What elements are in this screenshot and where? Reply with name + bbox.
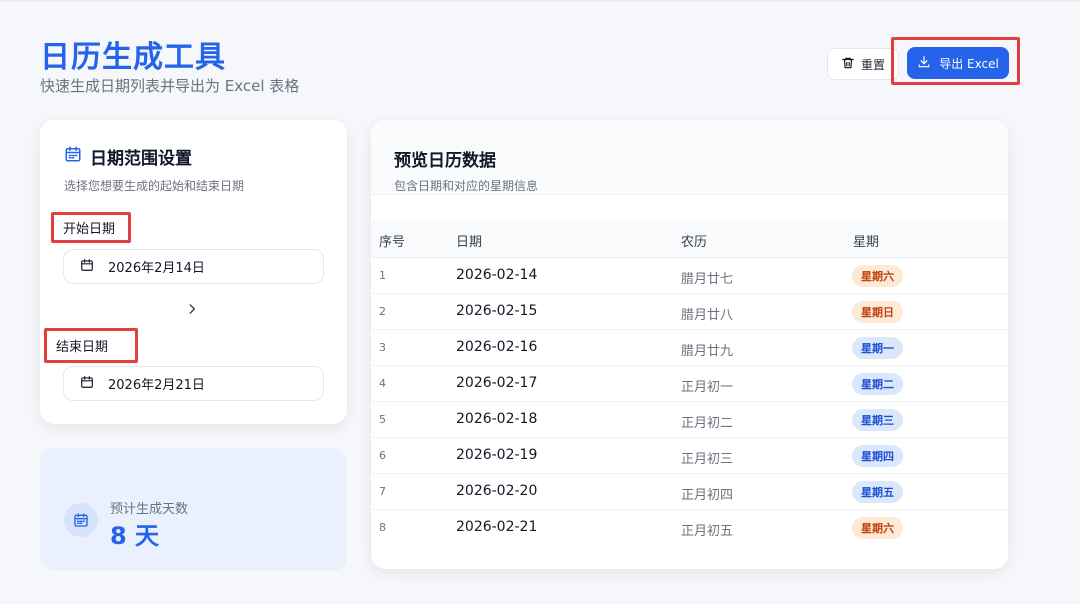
table-header: 序号 日期 农历 星期: [371, 220, 1008, 258]
end-date-value: 2026年2月21日: [108, 378, 205, 393]
calendar-icon: [64, 145, 82, 168]
row-index: 1: [379, 269, 386, 282]
date-range-settings-card: 日期范围设置 选择您想要生成的起始和结束日期 开始日期 2026年2月14日 结…: [40, 120, 347, 424]
trash-icon: [841, 56, 855, 73]
table-row: 7 2026-02-20 正月初四 星期五: [371, 474, 1008, 510]
export-excel-button[interactable]: 导出 Excel: [907, 47, 1009, 79]
row-date: 2026-02-15: [456, 303, 538, 319]
start-date-picker[interactable]: 2026年2月14日: [63, 249, 324, 284]
row-index: 5: [379, 413, 386, 426]
row-index: 4: [379, 377, 386, 390]
row-lunar-date: 正月初五: [681, 524, 734, 539]
end-date-label: 结束日期: [44, 328, 138, 363]
top-divider: [0, 0, 1080, 2]
weekday-badge: 星期五: [852, 481, 903, 503]
column-header-lunar: 农历: [681, 235, 708, 250]
table-row: 3 2026-02-16 腊月廿九 星期一: [371, 330, 1008, 366]
settings-title-text: 日期范围设置: [90, 149, 192, 169]
page-subtitle: 快速生成日期列表并导出为 Excel 表格: [40, 77, 300, 95]
weekday-badge: 星期六: [852, 265, 903, 287]
row-date: 2026-02-19: [456, 447, 538, 463]
weekday-badge: 星期一: [852, 337, 903, 359]
column-header-date: 日期: [456, 235, 483, 250]
row-date: 2026-02-17: [456, 375, 538, 391]
table-row: 8 2026-02-21 正月初五 星期六: [371, 510, 1008, 546]
row-index: 3: [379, 341, 386, 354]
column-header-index: 序号: [379, 235, 406, 250]
chevron-right-icon: [185, 301, 199, 315]
row-date: 2026-02-18: [456, 411, 538, 427]
row-lunar-date: 正月初四: [681, 488, 734, 503]
start-date-value: 2026年2月14日: [108, 261, 205, 276]
settings-title: 日期范围设置: [64, 144, 192, 169]
page-title: 日历生成工具: [40, 40, 226, 75]
reset-button[interactable]: 重置: [827, 48, 899, 80]
start-date-label: 开始日期: [51, 212, 131, 243]
row-date: 2026-02-20: [456, 483, 538, 499]
row-index: 8: [379, 521, 386, 534]
settings-description: 选择您想要生成的起始和结束日期: [64, 179, 245, 193]
preview-title: 预览日历数据: [394, 151, 496, 171]
weekday-badge: 星期日: [852, 301, 903, 323]
row-lunar-date: 正月初一: [681, 380, 734, 395]
table-row: 5 2026-02-18 正月初二 星期三: [371, 402, 1008, 438]
table-row: 2 2026-02-15 腊月廿八 星期日: [371, 294, 1008, 330]
summary-value: 8 天: [110, 522, 160, 550]
end-date-picker[interactable]: 2026年2月21日: [63, 366, 324, 401]
table-row: 1 2026-02-14 腊月廿七 星期六: [371, 258, 1008, 294]
row-lunar-date: 腊月廿七: [681, 272, 734, 287]
table-row: 6 2026-02-19 正月初三 星期四: [371, 438, 1008, 474]
row-index: 2: [379, 305, 386, 318]
preview-description: 包含日期和对应的星期信息: [394, 179, 539, 193]
row-date: 2026-02-16: [456, 339, 538, 355]
table-row: 4 2026-02-17 正月初一 星期二: [371, 366, 1008, 402]
weekday-badge: 星期六: [852, 517, 903, 539]
weekday-badge: 星期三: [852, 409, 903, 431]
row-lunar-date: 腊月廿九: [681, 344, 734, 359]
row-index: 7: [379, 485, 386, 498]
preview-header: 预览日历数据 包含日期和对应的星期信息: [371, 120, 1008, 195]
row-lunar-date: 腊月廿八: [681, 308, 734, 323]
calendar-icon: [80, 375, 94, 393]
row-lunar-date: 正月初三: [681, 452, 734, 467]
calendar-icon: [80, 258, 94, 276]
reset-label: 重置: [860, 57, 885, 72]
weekday-badge: 星期四: [852, 445, 903, 467]
row-date: 2026-02-14: [456, 267, 538, 283]
weekday-badge: 星期二: [852, 373, 903, 395]
preview-card: 预览日历数据 包含日期和对应的星期信息 序号 日期 农历 星期 1 2026-0…: [371, 120, 1008, 569]
export-label: 导出 Excel: [939, 56, 999, 71]
row-lunar-date: 正月初二: [681, 416, 734, 431]
column-header-weekday: 星期: [853, 235, 880, 250]
row-date: 2026-02-21: [456, 519, 538, 535]
download-icon: [917, 55, 931, 72]
summary-label: 预计生成天数: [110, 502, 189, 517]
summary-card: 预计生成天数 8 天: [40, 448, 347, 571]
row-index: 6: [379, 449, 386, 462]
calendar-icon: [64, 503, 98, 537]
